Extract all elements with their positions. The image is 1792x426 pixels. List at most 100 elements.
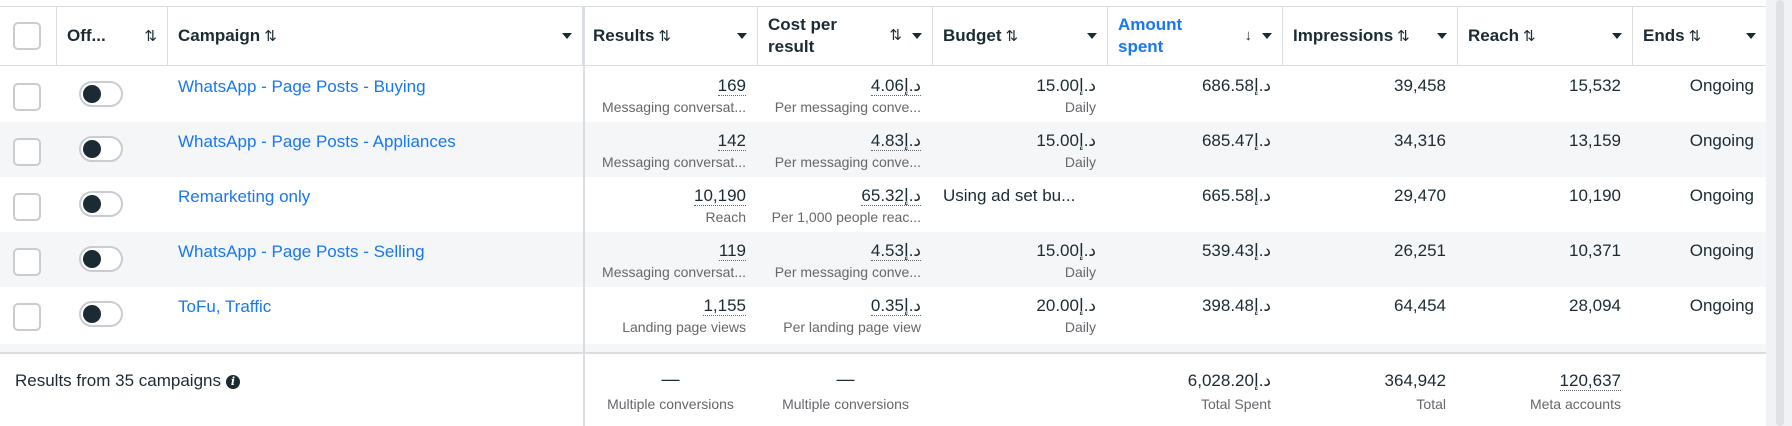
row-checkbox[interactable] xyxy=(13,248,41,276)
footer-amount-value: 6,028.20د.إ xyxy=(1187,371,1271,390)
budget-value[interactable]: 20.00د.إ xyxy=(1036,296,1096,316)
table-header: Off... ⇅ Campaign ⇅ Results ⇅ Cost per resu… xyxy=(0,7,1766,66)
chevron-down-icon[interactable] xyxy=(1612,33,1622,39)
results-cell: 119 Messaging conversat... xyxy=(583,232,758,287)
table-row[interactable]: WhatsApp - Page Posts - Appliances 142 M… xyxy=(0,122,1766,177)
budget-type: Daily xyxy=(1064,99,1096,115)
vertical-scrollbar[interactable] xyxy=(1766,0,1792,426)
campaign-toggle[interactable] xyxy=(79,81,123,107)
reach-value: 10,190 xyxy=(1569,186,1621,205)
select-all-checkbox[interactable] xyxy=(13,22,41,50)
campaign-toggle[interactable] xyxy=(79,191,123,217)
campaign-label-text: Campaign xyxy=(178,26,261,45)
scrollbar-thumb[interactable] xyxy=(1776,0,1784,426)
sort-icon[interactable]: ⇅ xyxy=(1397,28,1410,45)
header-reach[interactable]: Reach ⇅ xyxy=(1458,7,1633,65)
cost-per-result-type: Per 1,000 people reac... xyxy=(771,209,921,225)
footer-impressions-value: 364,942 xyxy=(1384,371,1446,390)
budget-label: Budget ⇅ xyxy=(943,26,1077,46)
cost-per-result-type: Per messaging conve... xyxy=(774,154,921,170)
sort-icon[interactable]: ⇅ xyxy=(1689,28,1702,45)
chevron-down-icon[interactable] xyxy=(1087,33,1097,39)
table-row[interactable]: ToFu, Traffic 1,155 Landing page views 0… xyxy=(0,287,1766,342)
row-checkbox[interactable] xyxy=(13,193,41,221)
budget-value[interactable]: Using ad set bu... xyxy=(943,186,1075,206)
results-value[interactable]: 119 xyxy=(718,241,746,261)
budget-value[interactable]: 15.00د.إ xyxy=(1036,131,1096,151)
cost-per-result-type: Per messaging conve... xyxy=(774,264,921,280)
sort-icon[interactable]: ⇅ xyxy=(1523,28,1536,45)
footer-label-cell: Results from 35 campaigns i xyxy=(0,354,583,426)
chevron-down-icon[interactable] xyxy=(1746,33,1756,39)
results-value[interactable]: 169 xyxy=(717,76,746,96)
reach-value: 10,371 xyxy=(1569,241,1621,260)
header-impressions[interactable]: Impressions ⇅ xyxy=(1283,7,1458,65)
reach-cell: 28,094 xyxy=(1458,287,1633,342)
row-checkbox[interactable] xyxy=(13,83,41,111)
campaign-name-link[interactable]: Remarketing only xyxy=(178,187,310,207)
footer-ends xyxy=(1633,354,1766,426)
impressions-label: Impressions ⇅ xyxy=(1293,26,1427,46)
header-off-on[interactable]: Off... ⇅ xyxy=(57,7,168,65)
impressions-value: 26,251 xyxy=(1394,241,1446,260)
campaign-name-link[interactable]: ToFu, Traffic xyxy=(178,297,271,317)
cost-per-result-value[interactable]: 65.32د.إ xyxy=(861,186,921,206)
header-budget[interactable]: Budget ⇅ xyxy=(933,7,1108,65)
header-ends[interactable]: Ends ⇅ xyxy=(1633,7,1766,65)
sort-icon[interactable]: ⇅ xyxy=(658,28,671,45)
cost-per-result-cell: 4.53د.إ Per messaging conve... xyxy=(758,232,933,287)
table-row[interactable]: Remarketing only 10,190 Reach 65.32د.إ P… xyxy=(0,177,1766,232)
budget-value[interactable]: 15.00د.إ xyxy=(1036,76,1096,96)
row-checkbox[interactable] xyxy=(13,138,41,166)
chevron-down-icon[interactable] xyxy=(737,33,747,39)
header-results[interactable]: Results ⇅ xyxy=(583,7,758,65)
campaign-name-link[interactable]: WhatsApp - Page Posts - Appliances xyxy=(178,132,456,152)
sort-icon[interactable]: ⇅ xyxy=(264,28,277,45)
footer-reach-sub: Meta accounts xyxy=(1529,396,1621,412)
ends-value: Ongoing xyxy=(1689,131,1754,150)
campaign-name-cell: Remarketing only xyxy=(168,177,583,232)
table-row[interactable]: WhatsApp - Page Posts - Selling 119 Mess… xyxy=(0,232,1766,287)
results-value[interactable]: 10,190 xyxy=(694,186,746,206)
campaign-toggle[interactable] xyxy=(79,246,123,272)
campaign-toggle[interactable] xyxy=(79,136,123,162)
sort-icon[interactable]: ⇅ xyxy=(1006,28,1019,45)
footer-reach-value[interactable]: 120,637 xyxy=(1559,371,1621,391)
cost-per-result-value[interactable]: 4.53د.إ xyxy=(870,241,921,261)
header-campaign[interactable]: Campaign ⇅ xyxy=(168,7,583,65)
header-cost-per-result[interactable]: Cost per result ⇅ xyxy=(758,7,933,65)
reach-cell: 15,532 xyxy=(1458,67,1633,122)
info-icon[interactable]: i xyxy=(225,375,240,389)
sort-icon[interactable]: ⇅ xyxy=(889,25,902,47)
chevron-down-icon[interactable] xyxy=(1437,33,1447,39)
results-type: Messaging conversat... xyxy=(602,154,746,170)
cost-per-result-cell: 4.06د.إ Per messaging conve... xyxy=(758,67,933,122)
table-footer-summary: Results from 35 campaigns i — Multiple co… xyxy=(0,352,1766,426)
cost-per-result-value[interactable]: 4.83د.إ xyxy=(870,131,921,151)
chevron-down-icon[interactable] xyxy=(1262,33,1272,39)
row-checkbox[interactable] xyxy=(13,303,41,331)
cost-per-result-type: Per landing page view xyxy=(783,319,921,335)
campaign-name-link[interactable]: WhatsApp - Page Posts - Selling xyxy=(178,242,425,262)
sort-icon[interactable]: ⇅ xyxy=(144,27,157,45)
summary-text: Results from 35 campaigns xyxy=(15,371,221,390)
campaign-name-link[interactable]: WhatsApp - Page Posts - Buying xyxy=(178,77,426,97)
cost-per-result-value[interactable]: 4.06د.إ xyxy=(870,76,921,96)
campaign-name-cell: WhatsApp - Page Posts - Appliances xyxy=(168,122,583,177)
results-cell: 169 Messaging conversat... xyxy=(583,67,758,122)
budget-type: Daily xyxy=(1064,319,1096,335)
results-value[interactable]: 142 xyxy=(717,131,746,151)
cost-per-result-type: Per messaging conve... xyxy=(774,99,921,115)
cost-per-result-value[interactable]: 0.35د.إ xyxy=(870,296,921,316)
chevron-down-icon[interactable] xyxy=(912,33,922,39)
table-row[interactable]: WhatsApp - Page Posts - Buying 169 Messa… xyxy=(0,67,1766,122)
budget-value[interactable]: 15.00د.إ xyxy=(1036,241,1096,261)
results-value[interactable]: 1,155 xyxy=(703,296,746,316)
footer-results-sub: Multiple conversions xyxy=(607,396,734,412)
amount-spent-value: 665.58د.إ xyxy=(1201,186,1271,205)
sort-down-icon[interactable]: ↓ xyxy=(1245,25,1253,47)
header-amount-spent[interactable]: Amount spent ↓ xyxy=(1108,7,1283,65)
campaign-toggle[interactable] xyxy=(79,301,123,327)
chevron-down-icon[interactable] xyxy=(562,33,572,39)
cost-per-result-cell: 65.32د.إ Per 1,000 people reac... xyxy=(758,177,933,232)
